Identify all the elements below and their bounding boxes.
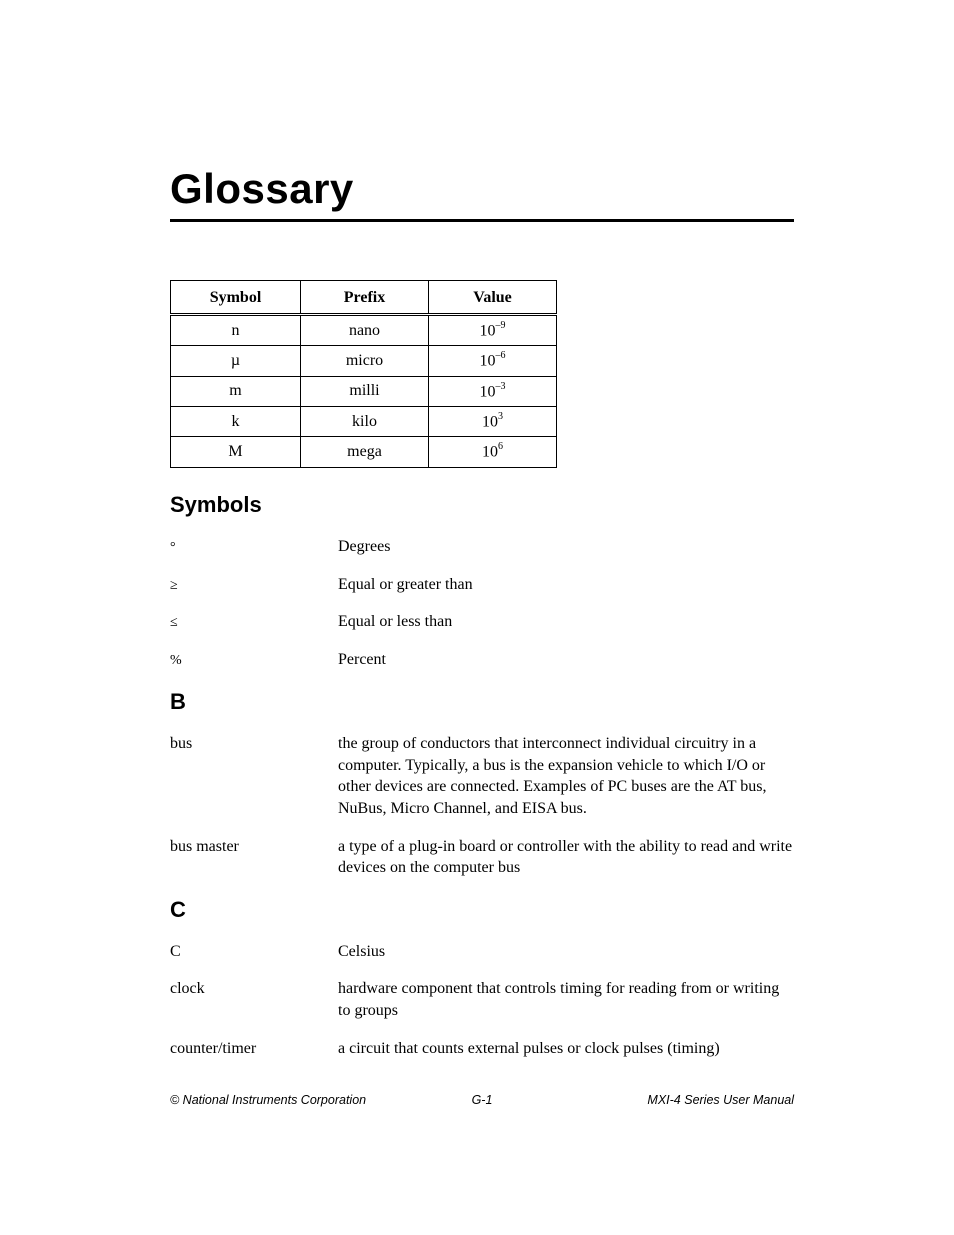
footer-copyright: © National Instruments Corporation bbox=[170, 1093, 366, 1107]
prefix-value-cell: 10–3 bbox=[429, 376, 557, 406]
prefix-name-cell: mega bbox=[301, 437, 429, 467]
definition-row: C Celsius bbox=[170, 941, 794, 963]
definition-description: Percent bbox=[338, 649, 794, 671]
table-row: M mega 106 bbox=[171, 437, 557, 467]
symbols-definitions: ° Degrees ≥ Equal or greater than ≤ Equa… bbox=[170, 536, 794, 672]
definition-description: Celsius bbox=[338, 941, 794, 963]
prefix-name-cell: micro bbox=[301, 346, 429, 376]
definition-term: counter/timer bbox=[170, 1038, 338, 1060]
definition-row: % Percent bbox=[170, 649, 794, 671]
definition-description: hardware component that controls timing … bbox=[338, 978, 794, 1021]
prefix-symbol-cell: µ bbox=[171, 346, 301, 376]
prefix-symbol-cell: m bbox=[171, 376, 301, 406]
definition-row: ° Degrees bbox=[170, 536, 794, 558]
definition-term: % bbox=[170, 649, 338, 671]
definition-term: ° bbox=[170, 536, 338, 558]
definition-row: bus master a type of a plug-in board or … bbox=[170, 836, 794, 879]
definition-row: ≤ Equal or less than bbox=[170, 611, 794, 633]
definition-term: bus master bbox=[170, 836, 338, 858]
section-heading-b: B bbox=[170, 689, 794, 715]
definition-description: Equal or less than bbox=[338, 611, 794, 633]
definition-term: ≥ bbox=[170, 574, 338, 596]
definition-row: ≥ Equal or greater than bbox=[170, 574, 794, 596]
prefix-value-cell: 103 bbox=[429, 406, 557, 436]
page-title: Glossary bbox=[170, 165, 794, 222]
table-row: µ micro 10–6 bbox=[171, 346, 557, 376]
prefix-table-header-value: Value bbox=[429, 281, 557, 315]
prefix-table-header-symbol: Symbol bbox=[171, 281, 301, 315]
prefix-name-cell: milli bbox=[301, 376, 429, 406]
definition-description: the group of conductors that interconnec… bbox=[338, 733, 794, 819]
definition-row: bus the group of conductors that interco… bbox=[170, 733, 794, 819]
prefix-symbol-cell: M bbox=[171, 437, 301, 467]
prefix-table: Symbol Prefix Value n nano 10–9 µ micro … bbox=[170, 280, 557, 468]
b-definitions: bus the group of conductors that interco… bbox=[170, 733, 794, 879]
definition-term: clock bbox=[170, 978, 338, 1000]
footer-manual-title: MXI-4 Series User Manual bbox=[647, 1093, 794, 1107]
definition-row: counter/timer a circuit that counts exte… bbox=[170, 1038, 794, 1060]
prefix-table-header-prefix: Prefix bbox=[301, 281, 429, 315]
prefix-name-cell: nano bbox=[301, 315, 429, 346]
prefix-symbol-cell: n bbox=[171, 315, 301, 346]
definition-term: bus bbox=[170, 733, 338, 755]
definition-description: Equal or greater than bbox=[338, 574, 794, 596]
prefix-symbol-cell: k bbox=[171, 406, 301, 436]
table-row: k kilo 103 bbox=[171, 406, 557, 436]
definition-description: a circuit that counts external pulses or… bbox=[338, 1038, 794, 1060]
table-row: n nano 10–9 bbox=[171, 315, 557, 346]
c-definitions: C Celsius clock hardware component that … bbox=[170, 941, 794, 1059]
definition-description: Degrees bbox=[338, 536, 794, 558]
definition-term: ≤ bbox=[170, 611, 338, 633]
prefix-name-cell: kilo bbox=[301, 406, 429, 436]
table-row: m milli 10–3 bbox=[171, 376, 557, 406]
definition-row: clock hardware component that controls t… bbox=[170, 978, 794, 1021]
definition-term: C bbox=[170, 941, 338, 963]
page-footer: © National Instruments Corporation G-1 M… bbox=[170, 1093, 794, 1107]
section-heading-symbols: Symbols bbox=[170, 492, 794, 518]
prefix-value-cell: 106 bbox=[429, 437, 557, 467]
definition-description: a type of a plug-in board or controller … bbox=[338, 836, 794, 879]
section-heading-c: C bbox=[170, 897, 794, 923]
page: Glossary Symbol Prefix Value n nano 10–9… bbox=[0, 0, 954, 1235]
prefix-value-cell: 10–9 bbox=[429, 315, 557, 346]
prefix-value-cell: 10–6 bbox=[429, 346, 557, 376]
